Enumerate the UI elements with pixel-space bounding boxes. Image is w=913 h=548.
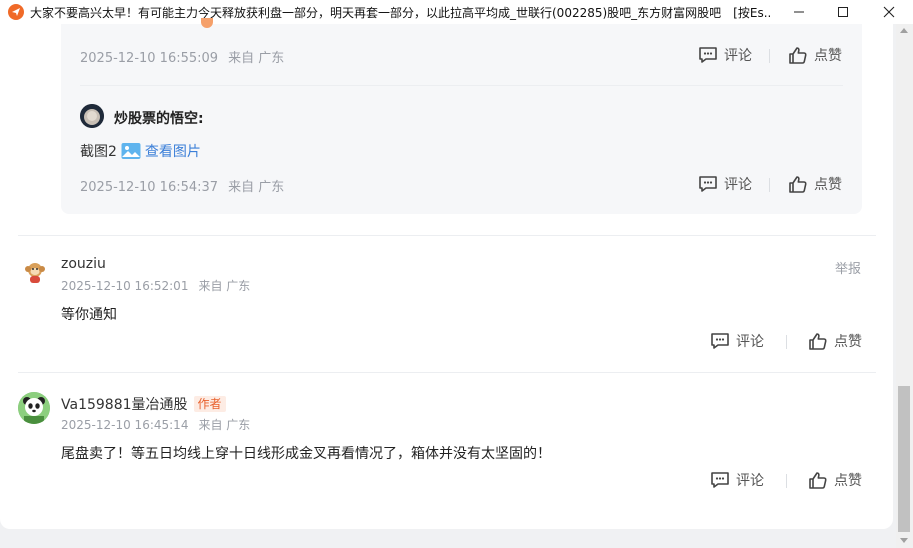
reply-author[interactable]: 炒股票的悟空: — [114, 108, 204, 128]
thumbs-up-icon — [809, 333, 827, 350]
view-image-link[interactable]: 查看图片 — [121, 141, 201, 161]
post-meta: 2025-12-10 16:45:14 来自 广东 — [61, 416, 250, 433]
reply-location: 来自 广东 — [228, 51, 285, 66]
comment-button[interactable]: 评论 — [698, 174, 752, 194]
post-meta: 2025-12-10 16:52:01 来自 广东 — [61, 277, 250, 294]
action-separator — [769, 178, 770, 192]
reply-meta: 2025-12-10 16:54:37 来自 广东 — [80, 176, 284, 195]
post-time: 2025-12-10 16:52:01 — [61, 279, 189, 293]
like-label: 点赞 — [814, 177, 842, 193]
minimize-button[interactable] — [776, 0, 822, 24]
reply-content: 截图2 查看图片 — [80, 141, 201, 161]
like-button[interactable]: 点赞 — [808, 470, 862, 490]
avatar[interactable] — [80, 104, 104, 128]
comment-icon — [699, 47, 717, 63]
post-content: 尾盘卖了！等五日均线上穿十日线形成金叉再看情况了，箱体并没有太坚固的！ — [61, 446, 551, 462]
like-label: 点赞 — [834, 473, 862, 489]
user-avatar-icon — [80, 104, 104, 128]
comment-label: 评论 — [724, 177, 752, 193]
maximize-icon — [838, 7, 848, 17]
monkey-avatar-icon — [25, 263, 45, 283]
reply-time: 2025-12-10 16:55:09 — [80, 51, 219, 66]
report-button[interactable]: 举报 — [835, 258, 861, 277]
maximize-button[interactable] — [820, 0, 866, 24]
minimize-icon — [794, 11, 804, 13]
image-icon — [121, 143, 141, 159]
reply-time: 2025-12-10 16:54:37 — [80, 180, 219, 195]
post-location: 来自 广东 — [198, 279, 251, 293]
like-button[interactable]: 点赞 — [788, 174, 842, 194]
like-button[interactable]: 点赞 — [808, 331, 862, 351]
like-label: 点赞 — [834, 334, 862, 350]
title-bar: 大家不要高兴太早！有可能主力今天释放获利盘一部分，明天再套一部分，以此拉高平均成… — [0, 0, 913, 24]
post-divider — [18, 372, 876, 373]
comment-button[interactable]: 评论 — [698, 45, 752, 65]
app-logo-icon — [8, 4, 24, 20]
username-text: Va159881量冶通股 — [61, 397, 188, 413]
reply-box: 2025-12-10 16:55:09 来自 广东 评论 点赞 炒股票的悟空: 截… — [61, 18, 862, 214]
close-icon — [883, 6, 895, 18]
like-button[interactable]: 点赞 — [788, 45, 842, 65]
comment-label: 评论 — [736, 334, 764, 350]
window-title: 大家不要高兴太早！有可能主力今天释放获利盘一部分，明天再套一部分，以此拉高平均成… — [30, 5, 770, 20]
avatar[interactable] — [22, 258, 48, 284]
comment-label: 评论 — [736, 473, 764, 489]
thumbs-up-icon — [789, 176, 807, 193]
scroll-down-arrow-icon[interactable] — [900, 538, 908, 543]
reply-meta: 2025-12-10 16:55:09 来自 广东 — [80, 47, 284, 66]
username-text: zouziu — [61, 256, 106, 272]
author-badge: 作者 — [193, 396, 226, 412]
post-content: 等你通知 — [61, 307, 117, 323]
reply-text: 截图2 — [80, 144, 117, 160]
comment-button[interactable]: 评论 — [710, 470, 764, 490]
like-label: 点赞 — [814, 48, 842, 64]
comment-icon — [711, 472, 729, 488]
username[interactable]: zouziu — [61, 256, 106, 272]
post-location: 来自 广东 — [198, 418, 251, 432]
close-button[interactable] — [866, 0, 912, 24]
thumbs-up-icon — [789, 47, 807, 64]
action-separator — [769, 49, 770, 63]
comment-icon — [699, 176, 717, 192]
avatar[interactable] — [18, 392, 50, 424]
action-separator — [786, 335, 787, 349]
scrollbar-thumb[interactable] — [898, 386, 910, 532]
username[interactable]: Va159881量冶通股 作者 — [61, 394, 226, 414]
comment-label: 评论 — [724, 48, 752, 64]
thumbs-up-icon — [809, 472, 827, 489]
post-time: 2025-12-10 16:45:14 — [61, 418, 189, 432]
post-divider — [18, 235, 876, 236]
comment-button[interactable]: 评论 — [710, 331, 764, 351]
comment-list: 2025-12-10 16:55:09 来自 广东 评论 点赞 炒股票的悟空: 截… — [0, 18, 893, 529]
scroll-up-arrow-icon[interactable] — [900, 28, 908, 33]
view-image-label: 查看图片 — [144, 144, 201, 160]
reply-location: 来自 广东 — [228, 180, 285, 195]
badge-fragment-icon — [201, 18, 213, 28]
comment-icon — [711, 333, 729, 349]
panda-avatar-icon — [18, 392, 50, 424]
action-separator — [786, 474, 787, 488]
reply-divider — [80, 85, 843, 86]
